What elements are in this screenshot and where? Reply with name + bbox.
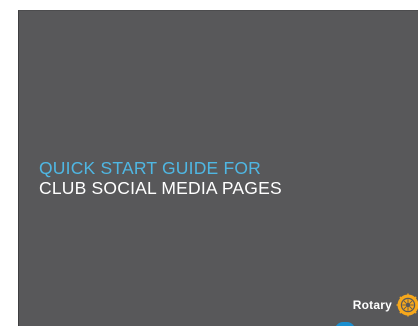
page: QUICK START GUIDE FOR CLUB SOCIAL MEDIA … [0, 0, 418, 326]
cover-title: QUICK START GUIDE FOR CLUB SOCIAL MEDIA … [39, 158, 282, 198]
cover-panel: QUICK START GUIDE FOR CLUB SOCIAL MEDIA … [18, 10, 418, 326]
title-line-quick-start: QUICK START GUIDE FOR [39, 158, 262, 178]
rotary-wordmark: Rotary [352, 298, 392, 312]
title-line-club-social-media: CLUB SOCIAL MEDIA PAGES [39, 178, 282, 198]
rotary-logo: Rotary [353, 292, 418, 318]
rotary-wheel-icon [396, 293, 418, 317]
